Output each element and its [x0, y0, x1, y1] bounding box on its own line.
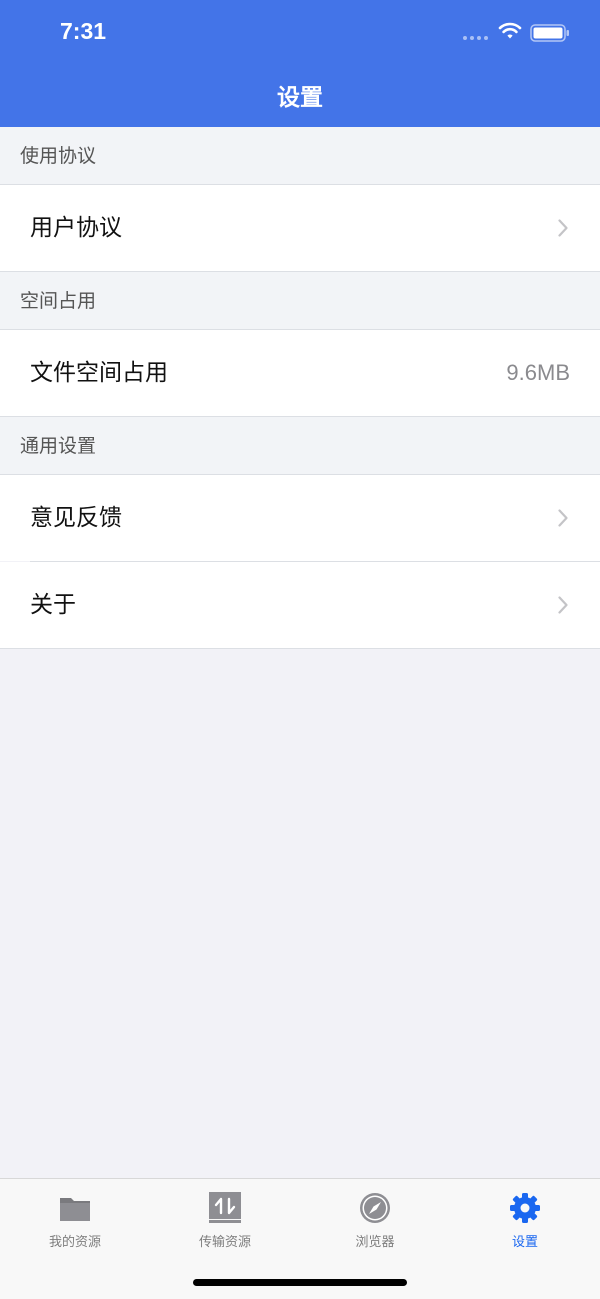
tab-settings[interactable]: 设置	[450, 1179, 600, 1259]
divider	[0, 648, 600, 649]
section-header-agreement: 使用协议	[0, 127, 600, 185]
home-indicator	[193, 1279, 407, 1286]
section-header-general: 通用设置	[0, 417, 600, 475]
page-title: 设置	[277, 85, 323, 111]
compass-icon	[360, 1193, 390, 1223]
feedback-row[interactable]: 意见反馈	[0, 475, 600, 561]
chevron-right-icon	[558, 509, 568, 527]
battery-icon	[530, 24, 569, 42]
storage-usage-row: 文件空间占用 9.6MB	[0, 330, 600, 416]
tab-my-resources[interactable]: 我的资源	[0, 1179, 150, 1259]
wifi-icon	[498, 22, 522, 39]
status-time: 7:31	[60, 18, 107, 44]
tab-transfer-resources[interactable]: 传输资源	[150, 1179, 300, 1259]
tab-label: 传输资源	[198, 1235, 251, 1250]
gear-icon	[510, 1193, 540, 1223]
cellular-signal-icon	[463, 36, 488, 40]
row-label: 意见反馈	[30, 505, 122, 531]
navigation-header: 7:31 设置	[0, 0, 600, 127]
tab-browser[interactable]: 浏览器	[300, 1179, 450, 1259]
tab-label: 我的资源	[48, 1235, 101, 1250]
folder-icon	[60, 1198, 90, 1221]
row-label: 用户协议	[30, 215, 122, 241]
section-header-storage: 空间占用	[0, 272, 600, 330]
tab-label: 设置	[511, 1235, 538, 1250]
transfer-icon	[209, 1192, 241, 1223]
chevron-right-icon	[558, 219, 568, 237]
user-agreement-row[interactable]: 用户协议	[0, 185, 600, 271]
row-label: 关于	[30, 592, 76, 618]
row-label: 文件空间占用	[30, 360, 168, 386]
storage-usage-value: 9.6MB	[506, 360, 570, 385]
about-row[interactable]: 关于	[0, 562, 600, 648]
chevron-right-icon	[558, 596, 568, 614]
tab-label: 浏览器	[355, 1235, 395, 1250]
